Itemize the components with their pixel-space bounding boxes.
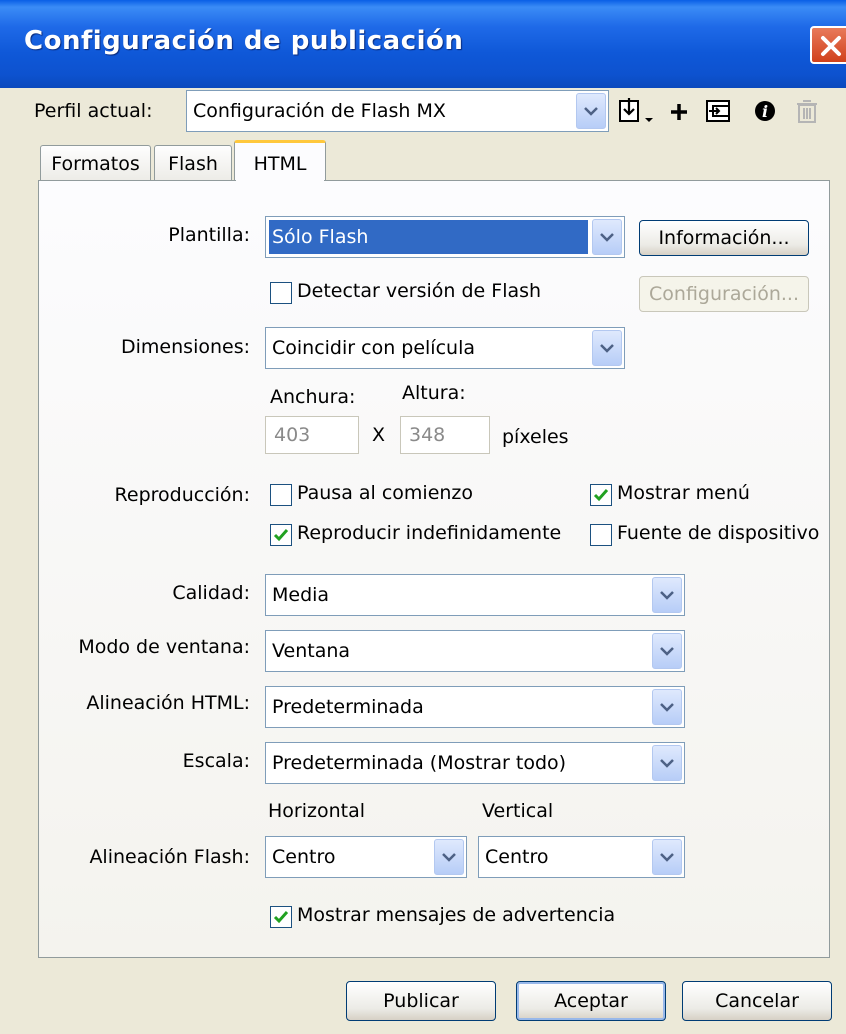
html-align-value: Predeterminada (272, 696, 424, 718)
tab-flash[interactable]: Flash (154, 145, 232, 182)
horizontal-align-select[interactable]: Centro (265, 836, 467, 878)
chevron-down-icon[interactable] (592, 219, 622, 255)
width-label: Anchura: (270, 386, 356, 408)
template-value: Sólo Flash (272, 226, 369, 248)
height-input: 348 (400, 416, 490, 454)
tab-label: Formatos (51, 153, 140, 175)
trash-icon (792, 96, 822, 126)
profile-select[interactable]: Configuración de Flash MX (186, 90, 609, 132)
horizontal-label: Horizontal (268, 800, 366, 822)
html-align-select[interactable]: Predeterminada (265, 686, 685, 728)
device-font-checkbox[interactable] (590, 524, 612, 546)
tab-label: Flash (168, 153, 218, 175)
window-mode-label: Modo de ventana: (78, 636, 250, 658)
info-icon[interactable]: i (752, 96, 782, 126)
height-label: Altura: (402, 382, 466, 404)
width-input: 403 (265, 416, 359, 454)
quality-value: Media (272, 584, 330, 606)
tab-formatos[interactable]: Formatos (40, 145, 151, 182)
chevron-down-icon[interactable] (652, 745, 682, 781)
scale-value: Predeterminada (Mostrar todo) (272, 752, 567, 774)
dimensions-value: Coincidir con película (272, 337, 475, 359)
html-align-label: Alineación HTML: (86, 692, 250, 714)
import-export-icon[interactable] (617, 96, 653, 126)
warnings-label: Mostrar mensajes de advertencia (297, 904, 616, 926)
warnings-checkbox[interactable] (270, 906, 292, 928)
scale-select[interactable]: Predeterminada (Mostrar todo) (265, 742, 685, 784)
template-label: Plantilla: (168, 224, 250, 246)
checkmark-icon (273, 529, 289, 542)
flash-align-label: Alineación Flash: (89, 846, 250, 868)
info-button[interactable]: Información... (639, 220, 809, 256)
detect-version-checkbox[interactable] (270, 282, 292, 304)
show-menu-label: Mostrar menú (617, 482, 750, 504)
units-label: píxeles (502, 426, 569, 448)
close-icon (821, 36, 841, 56)
dimensions-label: Dimensiones: (121, 336, 250, 358)
window-title: Configuración de publicación (24, 26, 464, 56)
horizontal-align-value: Centro (272, 846, 336, 868)
add-icon[interactable] (664, 96, 694, 126)
tab-joint (236, 178, 324, 184)
pause-checkbox[interactable] (270, 484, 292, 506)
quality-select[interactable]: Media (265, 574, 685, 616)
configuration-button: Configuración... (639, 276, 809, 312)
chevron-down-icon[interactable] (434, 839, 464, 875)
chevron-down-icon[interactable] (652, 689, 682, 725)
profile-label: Perfil actual: (34, 100, 153, 122)
vertical-align-value: Centro (485, 846, 549, 868)
loop-checkbox[interactable] (270, 524, 292, 546)
window-mode-value: Ventana (272, 640, 351, 662)
window-mode-select[interactable]: Ventana (265, 630, 685, 672)
publish-button[interactable]: Publicar (346, 981, 496, 1021)
detect-version-label: Detectar versión de Flash (297, 280, 542, 302)
close-button[interactable] (810, 26, 846, 64)
template-select[interactable]: Sólo Flash (265, 216, 625, 258)
dimensions-select[interactable]: Coincidir con película (265, 327, 625, 369)
checkmark-icon (593, 489, 609, 502)
tab-label: HTML (253, 152, 307, 175)
quality-label: Calidad: (172, 582, 250, 604)
vertical-align-select[interactable]: Centro (478, 836, 685, 878)
vertical-label: Vertical (482, 800, 554, 822)
profile-value: Configuración de Flash MX (193, 100, 446, 122)
chevron-down-icon[interactable] (576, 93, 606, 129)
pause-label: Pausa al comienzo (297, 482, 474, 504)
device-font-label: Fuente de dispositivo (617, 522, 820, 544)
svg-text:i: i (762, 102, 768, 121)
show-menu-checkbox[interactable] (590, 484, 612, 506)
chevron-down-icon[interactable] (652, 633, 682, 669)
scale-label: Escala: (182, 750, 250, 772)
cancel-button[interactable]: Cancelar (682, 981, 832, 1021)
duplicate-icon[interactable] (704, 96, 734, 126)
checkmark-icon (273, 911, 289, 924)
dimension-separator: X (372, 424, 386, 446)
chevron-down-icon[interactable] (652, 839, 682, 875)
ok-button[interactable]: Aceptar (516, 981, 666, 1021)
playback-label: Reproducción: (114, 484, 250, 506)
chevron-down-icon[interactable] (592, 330, 622, 366)
loop-label: Reproducir indefinidamente (297, 522, 562, 544)
chevron-down-icon[interactable] (652, 577, 682, 613)
